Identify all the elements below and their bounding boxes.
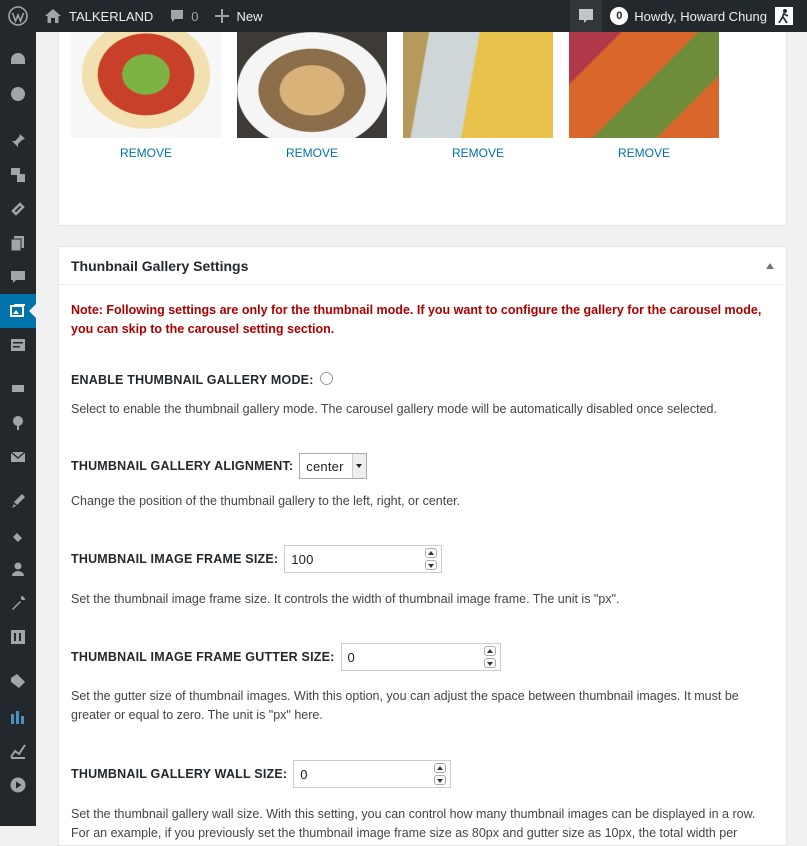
alignment-description: Change the position of the thumbnail gal…: [71, 494, 461, 508]
spin-up-icon[interactable]: [425, 548, 438, 558]
notifications-count[interactable]: 0: [610, 7, 629, 25]
tag-icon[interactable]: [0, 664, 36, 698]
feedback-icon[interactable]: [0, 406, 36, 440]
collapse-arrow-icon[interactable]: [766, 262, 774, 269]
new-label: New: [236, 8, 263, 24]
thumbnail-image-salad: [71, 32, 221, 138]
new-content-button[interactable]: New: [207, 0, 271, 32]
thumbnail-image-pasta-nests: [403, 32, 553, 138]
gallery-thumb: REMOVE: [237, 32, 387, 160]
plus-icon: [214, 9, 229, 23]
wordpress-logo-icon[interactable]: [0, 0, 36, 32]
panel-header[interactable]: Thunbnail Gallery Settings: [59, 247, 786, 285]
jetpack-icon[interactable]: [0, 77, 36, 111]
setting-gutter-size: THUMBNAIL IMAGE FRAME GUTTER SIZE: 0: [71, 643, 774, 671]
spin-down-icon[interactable]: [425, 560, 438, 570]
gutter-size-label: THUMBNAIL IMAGE FRAME GUTTER SIZE:: [71, 650, 335, 664]
thumbnail-image-noodles: [237, 32, 387, 138]
alignment-select[interactable]: center: [299, 453, 367, 479]
tools-icon[interactable]: [0, 586, 36, 620]
setting-frame-size: THUMBNAIL IMAGE FRAME SIZE: 100: [71, 545, 774, 573]
frame-size-input[interactable]: 100: [284, 545, 443, 573]
remove-image-link[interactable]: REMOVE: [569, 146, 719, 160]
gutter-size-stepper[interactable]: [483, 646, 496, 668]
play-icon[interactable]: [0, 768, 36, 802]
remove-image-link[interactable]: REMOVE: [403, 146, 553, 160]
comments-link[interactable]: 0: [161, 0, 206, 32]
links-icon[interactable]: [0, 192, 36, 226]
panel-title: Thunbnail Gallery Settings: [71, 257, 249, 274]
chart-icon[interactable]: [0, 734, 36, 768]
appearance-icon[interactable]: [0, 484, 36, 518]
dashboard-icon[interactable]: [0, 42, 36, 76]
forms-icon[interactable]: [0, 328, 36, 362]
comments-count: 0: [191, 8, 199, 24]
alignment-label: THUMBNAIL GALLERY ALIGNMENT:: [71, 459, 294, 473]
notifications-button[interactable]: [570, 0, 603, 32]
admin-bar: TALKERLAND 0 New 0 Howdy, Howard Chung: [0, 0, 807, 32]
spin-up-icon[interactable]: [483, 646, 496, 656]
remove-image-link[interactable]: REMOVE: [237, 146, 387, 160]
enable-thumbnail-radio[interactable]: [319, 371, 333, 385]
site-name-link[interactable]: TALKERLAND: [36, 0, 161, 32]
spin-down-icon[interactable]: [483, 658, 496, 668]
frame-size-description: Set the thumbnail image frame size. It c…: [71, 592, 620, 606]
spin-down-icon[interactable]: [434, 775, 447, 785]
notification-icon: [579, 9, 594, 23]
gallery-images-panel: REMOVE REMOVE REMOVE REMOVE: [58, 32, 787, 226]
spin-up-icon[interactable]: [434, 763, 447, 773]
alignment-value: center: [306, 458, 344, 474]
thumbnail-image-colored-pasta: [569, 32, 719, 138]
gallery-thumb: REMOVE: [569, 32, 719, 160]
gutter-size-description: Set the gutter size of thumbnail images.…: [71, 689, 739, 722]
wall-size-description: Set the thumbnail gallery wall size. Wit…: [71, 807, 756, 840]
pages-icon[interactable]: [0, 226, 36, 260]
remove-image-link[interactable]: REMOVE: [71, 146, 221, 160]
settings-note: Note: Following settings are only for th…: [71, 303, 762, 336]
admin-sidebar: [0, 32, 36, 826]
woo-icon[interactable]: [0, 372, 36, 406]
setting-alignment: THUMBNAIL GALLERY ALIGNMENT: center: [71, 453, 774, 479]
thumbnail-settings-panel: Thunbnail Gallery Settings Note: Followi…: [58, 246, 787, 846]
plugins-icon[interactable]: [0, 518, 36, 552]
setting-wall-size: THUMBNAIL GALLERY WALL SIZE: 0: [71, 760, 774, 788]
analytics-icon[interactable]: [0, 700, 36, 734]
wall-size-stepper[interactable]: [434, 763, 447, 785]
avatar[interactable]: [775, 7, 793, 25]
home-icon: [45, 9, 61, 23]
wall-size-value: 0: [300, 766, 308, 782]
site-name: TALKERLAND: [69, 8, 154, 24]
chevron-down-icon[interactable]: [351, 454, 366, 478]
frame-size-value: 100: [291, 551, 314, 567]
pin-icon[interactable]: [0, 124, 36, 158]
frame-size-stepper[interactable]: [425, 548, 438, 570]
mail-icon[interactable]: [0, 440, 36, 474]
gallery-thumb: REMOVE: [403, 32, 553, 160]
enable-label: ENABLE THUMBNAIL GALLERY MODE:: [71, 373, 314, 387]
gallery-thumb: REMOVE: [71, 32, 221, 160]
settings-icon[interactable]: [0, 620, 36, 654]
wall-size-label: THUMBNAIL GALLERY WALL SIZE:: [71, 767, 288, 781]
wall-size-input[interactable]: 0: [293, 760, 452, 788]
users-icon[interactable]: [0, 552, 36, 586]
frame-size-label: THUMBNAIL IMAGE FRAME SIZE:: [71, 552, 279, 566]
media-icon[interactable]: [0, 158, 36, 192]
setting-enable-thumbnail: ENABLE THUMBNAIL GALLERY MODE:: [71, 371, 774, 387]
howdy-greeting[interactable]: Howdy, Howard Chung: [634, 9, 767, 24]
comments-icon[interactable]: [0, 260, 36, 294]
enable-description: Select to enable the thumbnail gallery m…: [71, 402, 717, 416]
gutter-size-value: 0: [347, 649, 355, 665]
gutter-size-input[interactable]: 0: [340, 643, 501, 671]
comment-icon: [171, 10, 184, 22]
gallery-icon[interactable]: [0, 294, 36, 328]
